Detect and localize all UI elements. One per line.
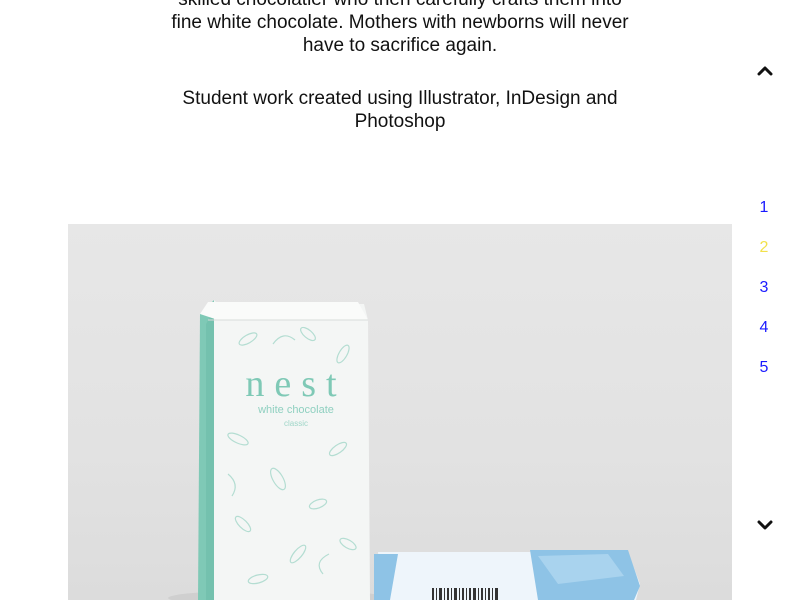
chevron-down-icon [757, 520, 773, 530]
variant-label: classic [283, 419, 308, 428]
page-nav-item-4[interactable]: 4 [752, 318, 776, 358]
bag-top-fold [200, 302, 368, 320]
page-nav-item-1[interactable]: 1 [752, 198, 776, 238]
credit-text: Student work created using Illustrator, … [182, 88, 618, 132]
description-line-2: fine white chocolate. Mothers with newbo… [171, 12, 629, 33]
description-line-1: skilled chocolatier who then carefully c… [150, 0, 650, 11]
chevron-up-icon [757, 66, 773, 76]
page-nav: 1 2 3 4 5 [752, 198, 776, 398]
page-nav-item-2[interactable]: 2 [752, 238, 776, 278]
packaging-illustration [168, 300, 640, 600]
scroll-down-button[interactable] [756, 518, 774, 532]
project-description: skilled chocolatier who then carefully c… [150, 0, 650, 133]
page-nav-item-3[interactable]: 3 [752, 278, 776, 318]
brand-name: nest [245, 363, 347, 405]
description-line-3: have to sacrifice again. [302, 35, 498, 56]
scroll-up-button[interactable] [756, 64, 774, 78]
product-photo: nest white chocolate classic [68, 224, 732, 600]
page-nav-item-5[interactable]: 5 [752, 358, 776, 398]
flavor-label: white chocolate [258, 404, 334, 416]
